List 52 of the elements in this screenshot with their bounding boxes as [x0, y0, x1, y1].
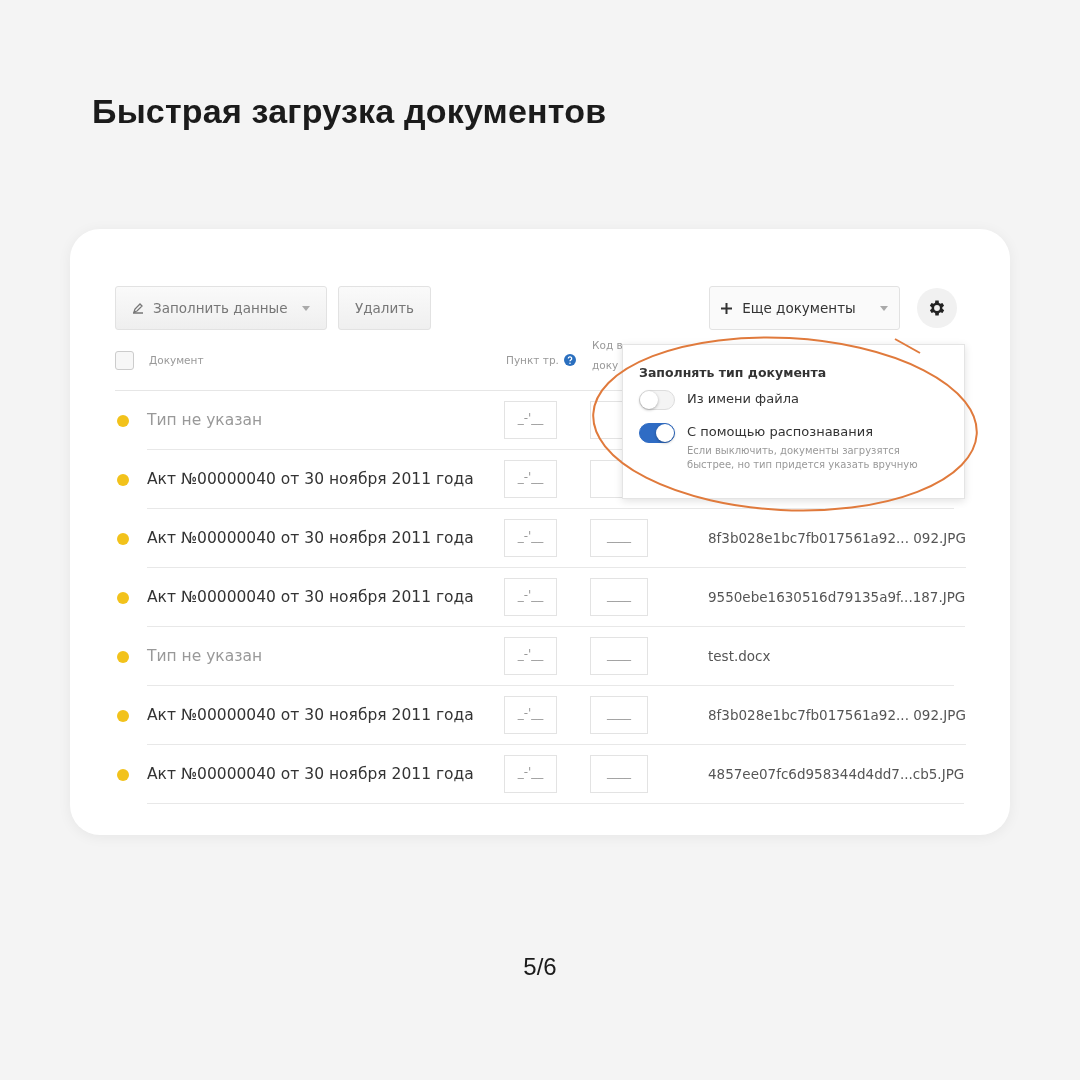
add-documents-button[interactable]: Еще документы: [709, 286, 900, 330]
document-name: Тип не указан: [147, 411, 264, 429]
input-field[interactable]: ____: [590, 578, 648, 616]
input-field[interactable]: _-'__: [504, 696, 557, 734]
settings-button[interactable]: [917, 288, 957, 328]
slide-heading: Быстрая загрузка документов: [92, 92, 608, 131]
input-field[interactable]: _-'__: [504, 519, 557, 557]
input-field[interactable]: ____: [590, 696, 648, 734]
document-name: Акт №00000040 от 30 ноября 2011 года: [147, 588, 475, 606]
status-dot: [117, 650, 129, 663]
pencil-icon: [132, 302, 144, 314]
option-label: Из имени файла: [687, 390, 799, 408]
fill-data-button[interactable]: Заполнить данные: [115, 286, 327, 330]
popover-title: Заполнять тип документа: [639, 365, 828, 380]
input-field[interactable]: _-'__: [504, 460, 557, 498]
file-name: test.docx: [708, 648, 771, 664]
file-name: 4857ee07fc6d958344d4dd7...cb5.JPG: [708, 766, 965, 782]
file-name: 8f3b028e1bc7fb017561a92... 092.JPG: [708, 707, 966, 723]
input-field[interactable]: _-'__: [504, 637, 557, 675]
column-header: Код в доку: [592, 338, 624, 373]
input-field[interactable]: ____: [590, 637, 648, 675]
caret-icon: [302, 305, 310, 311]
toggle-switch[interactable]: [639, 423, 675, 443]
select-all-checkbox[interactable]: [115, 350, 134, 370]
status-dot: [117, 532, 129, 545]
input-field[interactable]: _-'__: [504, 755, 557, 793]
status-dot: [117, 709, 129, 722]
status-dot: [117, 473, 129, 486]
document-name: Акт №00000040 от 30 ноября 2011 года: [147, 765, 475, 783]
document-name: Тип не указан: [147, 647, 264, 665]
input-field[interactable]: ____: [590, 519, 648, 557]
file-name: 9550ebe1630516d79135a9f...187.JPG: [708, 589, 966, 605]
input-field[interactable]: _-'__: [504, 578, 557, 616]
status-dot: [117, 414, 129, 427]
plus-icon: [721, 302, 733, 314]
page-counter: 5/6: [522, 953, 558, 981]
option-label: С помощью распознавания: [687, 423, 874, 441]
input-field[interactable]: ____: [590, 755, 648, 793]
help-icon: [563, 354, 576, 366]
caret-icon: [879, 305, 888, 311]
file-name: 8f3b028e1bc7fb017561a92... 092.JPG: [708, 530, 966, 546]
status-dot: [117, 768, 129, 781]
input-field[interactable]: _-'__: [504, 401, 557, 439]
document-name: Акт №00000040 от 30 ноября 2011 года: [147, 529, 475, 547]
option-hint: Если выключить, документы загрузятся быстрее, но тип придется указать вручную: [687, 444, 919, 472]
delete-button[interactable]: Удалить: [338, 286, 432, 330]
column-header: Документ: [149, 354, 205, 366]
document-name: Акт №00000040 от 30 ноября 2011 года: [147, 706, 475, 724]
document-name: Акт №00000040 от 30 ноября 2011 года: [147, 470, 475, 488]
settings-icon: [927, 298, 947, 318]
status-dot: [117, 591, 129, 604]
column-header: Пункт тр.: [506, 354, 559, 366]
